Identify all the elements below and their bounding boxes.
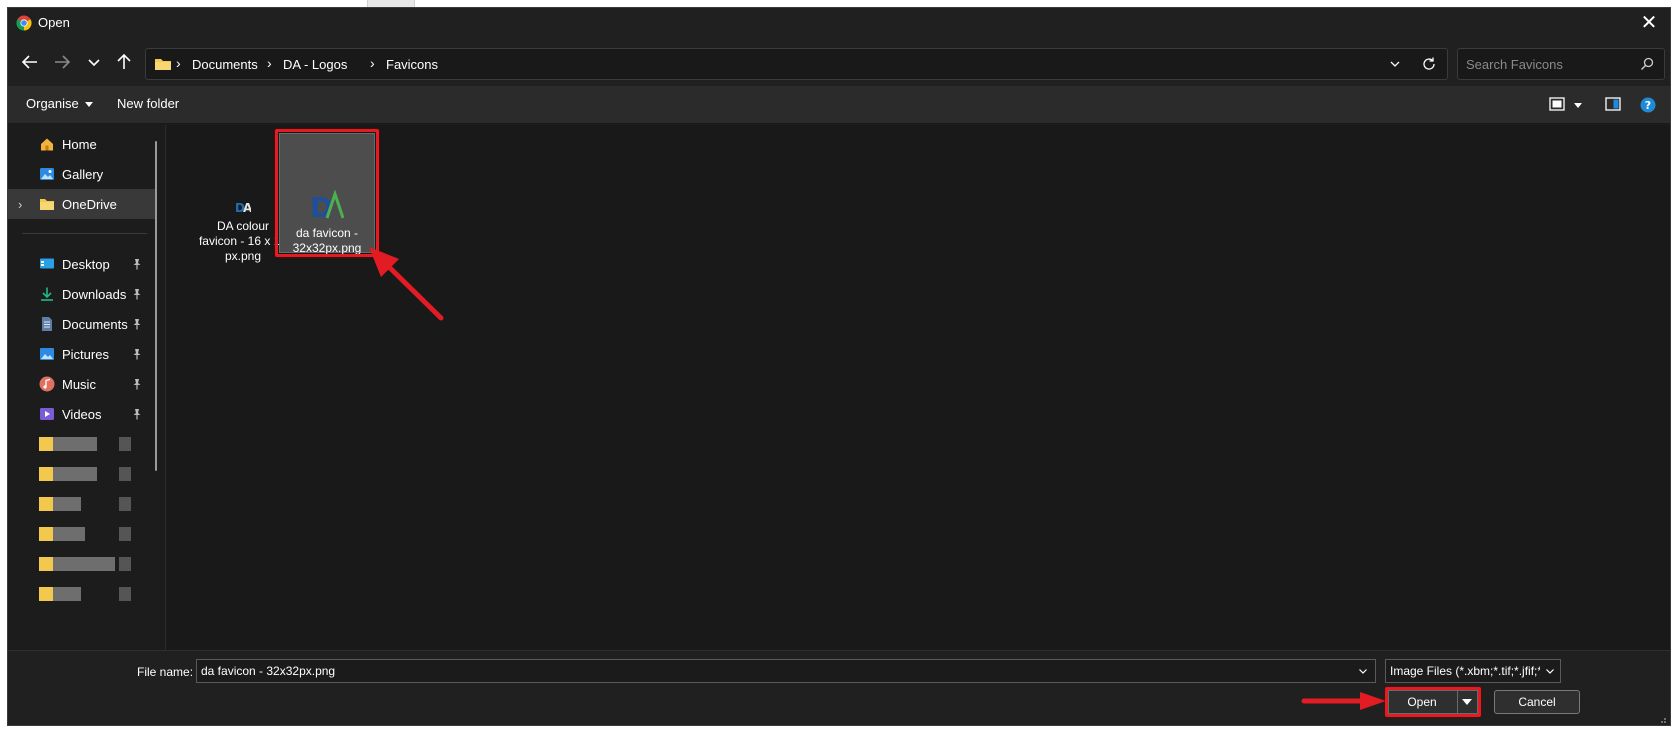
address-dropdown-icon[interactable] <box>1387 56 1403 72</box>
back-icon[interactable] <box>18 50 42 74</box>
address-bar[interactable]: › Documents › DA - Logos › Favicons <box>145 48 1448 80</box>
annotation-highlight-box <box>1385 687 1481 717</box>
svg-text:A: A <box>243 201 251 215</box>
desktop-icon <box>40 258 54 269</box>
sidebar-item-videos[interactable]: Videos <box>8 399 156 429</box>
folder-icon <box>155 59 171 70</box>
sidebar-item-onedrive[interactable]: › OneDrive <box>8 189 156 219</box>
sidebar-item-label: Pictures <box>62 347 109 362</box>
breadcrumb-favicons[interactable]: Favicons <box>386 57 438 72</box>
music-icon <box>39 376 55 392</box>
pin-icon <box>133 319 141 330</box>
annotation-arrow-icon <box>369 247 444 321</box>
sidebar-scrollbar[interactable] <box>155 141 157 471</box>
file-name-input[interactable] <box>201 663 1341 679</box>
help-icon[interactable]: ? <box>1640 97 1656 113</box>
refresh-icon[interactable] <box>1421 56 1437 72</box>
pin-icon <box>133 379 141 390</box>
title-bar: Open ✕ <box>8 8 1670 38</box>
breadcrumb-da-logos[interactable]: DA - Logos <box>283 57 347 72</box>
sidebar-item-pictures[interactable]: Pictures <box>8 339 156 369</box>
caret-down-icon <box>84 102 93 108</box>
close-icon[interactable]: ✕ <box>1636 11 1662 35</box>
pin-icon <box>133 409 141 420</box>
chevron-down-icon[interactable] <box>1544 665 1556 677</box>
redacted-folder-item[interactable] <box>39 527 131 541</box>
file-name-label: File name: <box>137 665 194 679</box>
open-file-dialog: Open ✕ › Documents › DA - Logos › Favico… <box>7 7 1671 726</box>
sidebar-item-label: Downloads <box>62 287 127 302</box>
sidebar-item-desktop[interactable]: Desktop <box>8 249 156 279</box>
dialog-title: Open <box>38 15 70 30</box>
forward-icon[interactable] <box>50 50 74 74</box>
recent-locations-chevron-icon[interactable] <box>82 50 106 74</box>
chevron-down-icon[interactable] <box>1357 665 1369 677</box>
resize-grip-icon[interactable] <box>1657 714 1667 724</box>
pin-icon <box>133 289 141 300</box>
documents-icon <box>42 317 52 331</box>
organise-menu-button[interactable]: Organise <box>26 96 93 111</box>
favicon-thumbnail-icon: D A <box>235 201 251 215</box>
redacted-folder-item[interactable] <box>39 587 131 601</box>
file-type-select[interactable]: Image Files (*.xbm;*.tif;*.jfif;*.pj <box>1385 659 1561 683</box>
pin-icon <box>133 259 141 270</box>
up-icon[interactable] <box>112 50 136 74</box>
annotation-arrow-icon <box>1301 692 1386 710</box>
pictures-icon <box>40 348 54 360</box>
breadcrumb-separator-icon: › <box>370 55 375 71</box>
search-input[interactable] <box>1466 55 1636 73</box>
downloads-icon <box>41 287 53 301</box>
file-selection-panel: File name: Image Files (*.xbm;*.tif;*.jf… <box>8 650 1670 725</box>
sidebar-item-home[interactable]: Home <box>8 129 156 159</box>
breadcrumb-separator-icon: › <box>176 55 181 71</box>
folder-icon <box>40 199 54 210</box>
expand-chevron-icon[interactable]: › <box>18 197 22 212</box>
file-list: D A DA colour favicon - 16 x 16 px.png D… <box>167 125 1670 650</box>
command-toolbar: Organise New folder ? <box>8 86 1670 124</box>
home-icon <box>41 138 53 151</box>
redacted-folder-item[interactable] <box>39 437 131 451</box>
sidebar-item-label: Music <box>62 377 96 392</box>
gallery-icon <box>40 168 54 180</box>
navigation-pane: Home Gallery › OneDrive Desktop Download… <box>8 125 166 650</box>
redacted-folder-item[interactable] <box>39 497 131 511</box>
cancel-button[interactable]: Cancel <box>1494 690 1580 714</box>
sidebar-item-documents[interactable]: Documents <box>8 309 156 339</box>
preview-pane-icon[interactable] <box>1605 97 1621 111</box>
redacted-folder-item[interactable] <box>39 467 131 481</box>
breadcrumb-documents[interactable]: Documents <box>192 57 258 72</box>
sidebar-item-label: Videos <box>62 407 102 422</box>
sidebar-item-music[interactable]: Music <box>8 369 156 399</box>
videos-icon <box>40 408 54 420</box>
file-type-value: Image Files (*.xbm;*.tif;*.jfif;*.pj <box>1390 664 1540 678</box>
navigation-bar: › Documents › DA - Logos › Favicons <box>8 38 1670 86</box>
sidebar-item-label: Gallery <box>62 167 104 182</box>
sidebar-item-downloads[interactable]: Downloads <box>8 279 156 309</box>
chrome-icon <box>16 15 32 31</box>
sidebar-item-label: Home <box>62 137 97 152</box>
sidebar-divider <box>22 233 147 234</box>
sidebar-item-gallery[interactable]: Gallery <box>8 159 156 189</box>
pin-icon <box>133 349 141 360</box>
search-box[interactable] <box>1457 48 1665 80</box>
new-folder-button[interactable]: New folder <box>117 96 179 111</box>
sidebar-item-label: Documents <box>62 317 128 332</box>
search-icon[interactable] <box>1640 57 1654 71</box>
annotation-highlight-box <box>275 129 379 257</box>
file-name-field[interactable] <box>196 659 1376 683</box>
sidebar-item-label: OneDrive <box>62 197 117 212</box>
organise-label: Organise <box>26 96 79 111</box>
svg-text:?: ? <box>1645 99 1651 112</box>
redacted-folder-item[interactable] <box>39 557 131 571</box>
view-options-caret-icon[interactable] <box>1574 103 1582 108</box>
sidebar-item-label: Desktop <box>62 257 110 272</box>
view-options-icon[interactable] <box>1549 97 1565 111</box>
breadcrumb-separator-icon: › <box>267 55 272 71</box>
